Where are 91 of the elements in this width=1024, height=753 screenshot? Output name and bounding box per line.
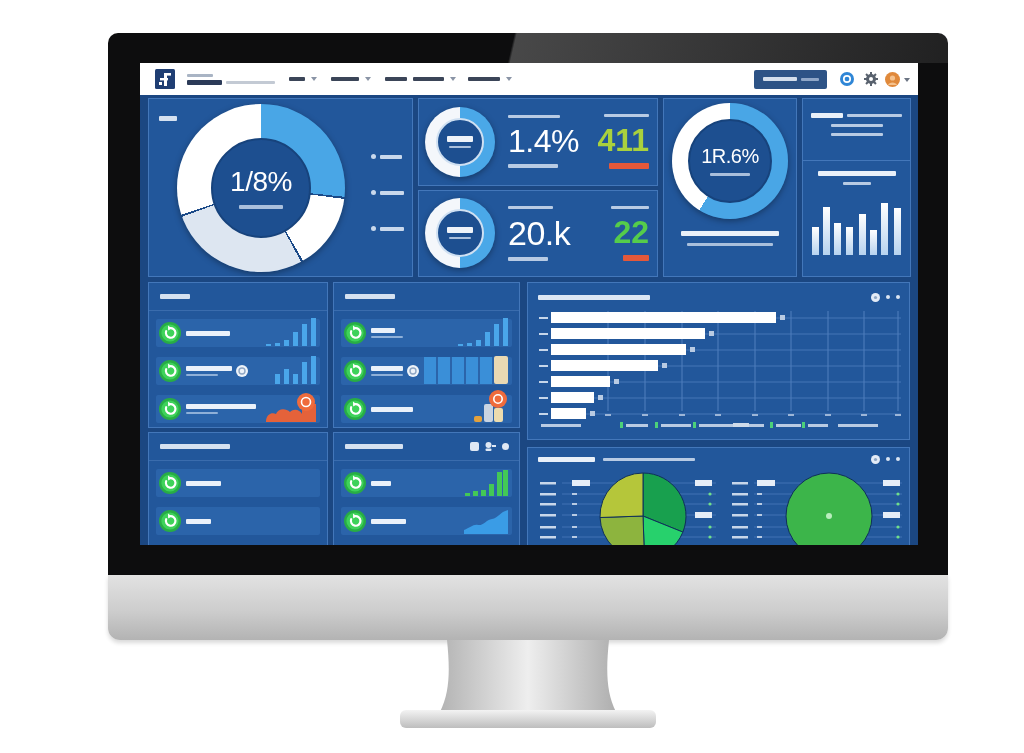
dots-icon[interactable]	[886, 457, 900, 461]
area-chart	[464, 510, 508, 534]
text-placeholder	[239, 204, 283, 209]
caret-icon	[904, 77, 910, 82]
circular-arrow-icon	[344, 360, 366, 382]
circular-arrow-icon	[159, 472, 181, 494]
coin-stack-icon	[474, 390, 508, 422]
text-placeholder	[371, 328, 395, 333]
square-icon[interactable]	[470, 442, 479, 451]
mini-bar-chart	[458, 318, 508, 346]
circular-arrow-icon	[344, 472, 366, 494]
caret-icon	[506, 77, 512, 81]
text-placeholder	[160, 294, 190, 299]
text-placeholder	[289, 77, 305, 81]
text-placeholder	[710, 173, 750, 176]
text-placeholder	[371, 480, 391, 486]
text-placeholder	[186, 404, 256, 409]
user-icon[interactable]	[485, 442, 496, 451]
text-placeholder	[331, 77, 359, 81]
text-placeholder	[623, 254, 649, 261]
text-placeholder	[762, 77, 797, 81]
dot-icon[interactable]	[502, 443, 509, 450]
circular-arrow-icon	[159, 322, 181, 344]
text-placeholder	[371, 518, 406, 524]
caret-icon	[311, 77, 317, 81]
ring-icon[interactable]	[840, 72, 854, 86]
text-placeholder	[508, 205, 553, 209]
text-placeholder	[380, 226, 404, 231]
avatar-icon[interactable]	[885, 71, 900, 87]
text-placeholder	[449, 145, 471, 148]
text-placeholder	[380, 190, 404, 195]
legend-dot-icon	[371, 226, 376, 231]
text-placeholder	[385, 77, 407, 81]
circle-icon[interactable]	[871, 454, 880, 464]
text-placeholder	[345, 294, 395, 299]
caret-icon	[365, 77, 371, 81]
text-placeholder	[611, 205, 649, 209]
mini-bar-chart	[465, 470, 508, 496]
text-placeholder	[186, 366, 232, 371]
text-placeholder	[159, 116, 177, 121]
circular-arrow-icon	[344, 398, 366, 420]
text-placeholder	[811, 113, 843, 118]
text-placeholder	[447, 135, 473, 142]
text-placeholder	[187, 73, 213, 77]
legend-dot-icon	[371, 154, 376, 159]
circular-arrow-icon	[159, 398, 181, 420]
dots-icon[interactable]	[886, 295, 900, 299]
text-placeholder	[449, 237, 471, 240]
text-placeholder	[226, 81, 275, 84]
stat-value: 1.4%	[508, 125, 580, 158]
text-placeholder	[800, 77, 819, 81]
text-placeholder	[187, 79, 222, 85]
header-action-button[interactable]	[754, 69, 827, 89]
text-placeholder	[830, 133, 883, 136]
text-placeholder	[447, 227, 473, 234]
settings-icon[interactable]	[864, 72, 878, 86]
text-placeholder	[604, 114, 649, 118]
mini-bar-chart	[275, 356, 316, 384]
text-placeholder	[609, 163, 649, 170]
cloud-icon	[266, 392, 316, 422]
mini-bar-chart	[266, 318, 316, 346]
text-placeholder	[371, 366, 403, 371]
text-placeholder	[538, 456, 595, 462]
circular-arrow-icon	[344, 510, 366, 532]
text-placeholder	[468, 77, 500, 81]
text-placeholder	[508, 115, 560, 119]
text-placeholder	[186, 518, 211, 524]
text-placeholder	[847, 114, 902, 117]
donut-value: 1R.6%	[701, 146, 759, 166]
text-placeholder	[345, 444, 403, 449]
text-placeholder	[842, 182, 871, 185]
text-placeholder	[160, 444, 230, 449]
logo-icon[interactable]	[155, 69, 175, 89]
text-placeholder	[830, 124, 883, 127]
stat-value: 20.k	[508, 215, 572, 250]
circular-arrow-icon	[159, 360, 181, 382]
circular-arrow-icon	[344, 322, 366, 344]
donut-value: 1/8%	[230, 167, 292, 196]
stat-count: 22	[613, 215, 649, 248]
text-placeholder	[413, 77, 444, 81]
circular-arrow-icon	[159, 510, 181, 532]
text-placeholder	[380, 154, 402, 159]
text-placeholder	[186, 480, 221, 486]
text-placeholder	[371, 406, 413, 412]
circle-icon[interactable]	[871, 292, 880, 302]
text-placeholder	[508, 256, 548, 261]
text-placeholder	[508, 164, 558, 169]
text-placeholder	[186, 330, 230, 336]
legend-dot-icon	[371, 190, 376, 195]
stat-count: 411	[597, 124, 649, 157]
caret-icon	[450, 77, 456, 81]
